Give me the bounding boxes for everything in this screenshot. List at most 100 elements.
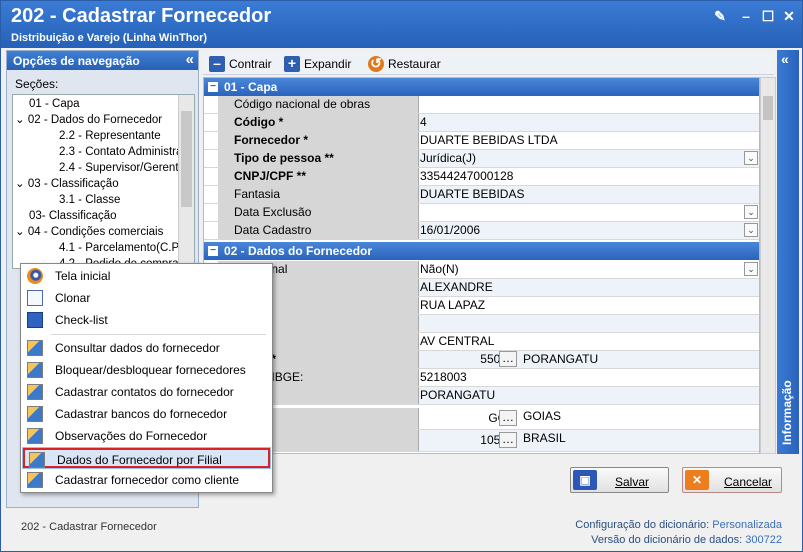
routine-icon: [27, 428, 43, 444]
routine-icon: [27, 472, 43, 488]
menu-item-fornecedor-cliente[interactable]: Cadastrar fornecedor como cliente: [23, 470, 270, 490]
chevron-down-icon[interactable]: ⌄: [744, 151, 758, 165]
info-panel-label: Informação: [780, 380, 794, 445]
tree-item-label: 04 - Condições comerciais: [27, 226, 164, 238]
menu-item-label: Cadastrar fornecedor como cliente: [55, 473, 240, 487]
field-value-text: 16/01/2006: [420, 223, 481, 237]
field-value[interactable]: AV CENTRAL: [418, 333, 759, 350]
tree-item-contato[interactable]: 2.3 - Contato Administrati: [59, 144, 188, 160]
tree-scrollbar[interactable]: [178, 95, 194, 268]
expand-button[interactable]: + Expandir: [284, 55, 351, 73]
chevron-down-icon[interactable]: ⌄: [744, 205, 758, 219]
menu-item-label: Cadastrar bancos do fornecedor: [55, 407, 228, 421]
field-value[interactable]: 5218003: [418, 369, 759, 386]
tree-item-classificacao[interactable]: ⌄ 03 - Classificação: [15, 176, 119, 192]
scrollbar-thumb[interactable]: [181, 111, 192, 207]
menu-item-checklist[interactable]: Check-list: [23, 310, 270, 330]
tree-item-supervisor[interactable]: 2.4 - Supervisor/Gerente: [59, 160, 185, 176]
menu-item-observacoes[interactable]: Observações do Fornecedor: [23, 426, 270, 446]
field-value[interactable]: 1058… BRASIL: [418, 430, 759, 451]
field-value[interactable]: RUA LAPAZ: [418, 297, 759, 314]
save-label: Salvar: [615, 475, 650, 489]
menu-item-tela-inicial[interactable]: Tela inicial: [23, 266, 270, 286]
field-row: CNPJ/CPF ** 33544247000128: [204, 168, 759, 186]
field-value[interactable]: 16/01/2006 ⌄: [418, 222, 759, 239]
field-row: **AV CENTRAL: [204, 333, 759, 351]
menu-item-consultar[interactable]: Consultar dados do fornecedor: [23, 338, 270, 358]
field-value[interactable]: GO… GOIAS: [418, 408, 759, 429]
collapse-toggle-icon[interactable]: −: [208, 82, 218, 92]
checklist-icon: [27, 312, 43, 328]
menu-item-dados-filial[interactable]: Dados do Fornecedor por Filial: [22, 447, 271, 469]
group-label: 01 - Capa: [224, 80, 278, 94]
tree-item-classe[interactable]: 3.1 - Classe: [59, 192, 120, 208]
menu-separator: [51, 334, 266, 335]
collapse-button[interactable]: – Contrair: [209, 55, 272, 73]
tree-item-dados-fornecedor[interactable]: ⌄ 02 - Dados do Fornecedor: [15, 112, 162, 128]
menu-item-label: Cadastrar contatos do fornecedor: [55, 385, 234, 399]
chevron-down-icon[interactable]: ⌄: [744, 262, 758, 276]
restore-label: Restaurar: [388, 57, 441, 71]
close-button[interactable]: ✕: [782, 9, 796, 23]
tree-item-classificacao-2[interactable]: 03- Classificação: [29, 208, 117, 224]
field-row: 1058… BRASIL: [204, 430, 759, 452]
group-label: 02 - Dados do Fornecedor: [224, 244, 373, 258]
info-side-panel[interactable]: « Informação: [777, 50, 799, 454]
field-value[interactable]: ⌄: [418, 204, 759, 221]
collapse-toggle-icon[interactable]: −: [208, 246, 218, 256]
tree-item-capa[interactable]: 01 - Capa: [29, 96, 80, 112]
edit-icon[interactable]: ✎: [713, 9, 727, 23]
property-grid: −01 - Capa Código nacional de obras Códi…: [203, 77, 760, 454]
save-button[interactable]: ▣ Salvar: [570, 467, 669, 493]
lookup-button[interactable]: …: [499, 432, 517, 448]
scrollbar-thumb[interactable]: [763, 96, 773, 120]
field-value[interactable]: 33544247000128: [418, 168, 759, 185]
window-subtitle: Distribuição e Varejo (Linha WinThor): [11, 32, 208, 44]
grid-scrollbar[interactable]: [760, 77, 776, 454]
field-value[interactable]: PORANGATU: [418, 387, 759, 404]
navigation-header: Opções de navegação «: [7, 51, 198, 70]
collapse-pane-icon[interactable]: «: [186, 51, 194, 68]
field-label: CNPJ/CPF **: [218, 168, 418, 185]
field-value[interactable]: [418, 96, 759, 113]
field-row: ndor FinalNão(N)⌄: [204, 261, 759, 279]
menu-item-clonar[interactable]: Clonar: [23, 288, 270, 308]
menu-item-label: Bloquear/desbloquear fornecedores: [55, 363, 246, 377]
lookup-button[interactable]: …: [499, 410, 517, 426]
field-value[interactable]: Não(N) ⌄: [418, 261, 759, 278]
menu-item-label: Consultar dados do fornecedor: [55, 341, 220, 355]
tree-item-condicoes[interactable]: ⌄ 04 - Condições comerciais: [15, 224, 163, 240]
dict-version-value: 300722: [745, 534, 782, 546]
maximize-button[interactable]: ☐: [761, 9, 775, 23]
field-row: eço **RUA LAPAZ: [204, 297, 759, 315]
pais-name: BRASIL: [523, 431, 566, 445]
routine-icon: [27, 384, 43, 400]
group-header-capa[interactable]: −01 - Capa: [204, 78, 759, 96]
menu-item-contatos[interactable]: Cadastrar contatos do fornecedor: [23, 382, 270, 402]
field-value[interactable]: [418, 315, 759, 332]
group-header-dados[interactable]: −02 - Dados do Fornecedor: [204, 242, 759, 260]
menu-item-label: Clonar: [55, 291, 91, 305]
field-value[interactable]: 5506… PORANGATU: [418, 351, 759, 368]
menu-item-bancos[interactable]: Cadastrar bancos do fornecedor: [23, 404, 270, 424]
expand-label: Expandir: [304, 57, 352, 71]
field-value[interactable]: Jurídica(J) ⌄: [418, 150, 759, 167]
tree-item-representante[interactable]: 2.2 - Representante: [59, 128, 161, 144]
sections-tree: 01 - Capa ⌄ 02 - Dados do Fornecedor 2.2…: [12, 94, 195, 269]
minimize-button[interactable]: –: [739, 9, 753, 23]
expand-panel-icon[interactable]: «: [781, 51, 789, 67]
routine-icon: [27, 340, 43, 356]
window-title: 202 - Cadastrar Fornecedor: [11, 5, 272, 27]
field-value[interactable]: DUARTE BEBIDAS LTDA: [418, 132, 759, 149]
save-icon: ▣: [573, 470, 597, 490]
chevron-down-icon[interactable]: ⌄: [744, 223, 758, 237]
field-value[interactable]: ALEXANDRE: [418, 279, 759, 296]
tree-item-parcelamento[interactable]: 4.1 - Parcelamento(C.Paga: [59, 240, 194, 256]
field-value[interactable]: DUARTE BEBIDAS: [418, 186, 759, 203]
title-bar: 202 - Cadastrar Fornecedor Distribuição …: [1, 1, 802, 48]
field-value[interactable]: 4: [418, 114, 759, 131]
cancel-button[interactable]: ✕ Cancelar: [682, 467, 782, 493]
menu-item-bloquear[interactable]: Bloquear/desbloquear fornecedores: [23, 360, 270, 380]
restore-button[interactable]: ↺ Restaurar: [368, 55, 441, 73]
lookup-button[interactable]: …: [499, 351, 517, 367]
